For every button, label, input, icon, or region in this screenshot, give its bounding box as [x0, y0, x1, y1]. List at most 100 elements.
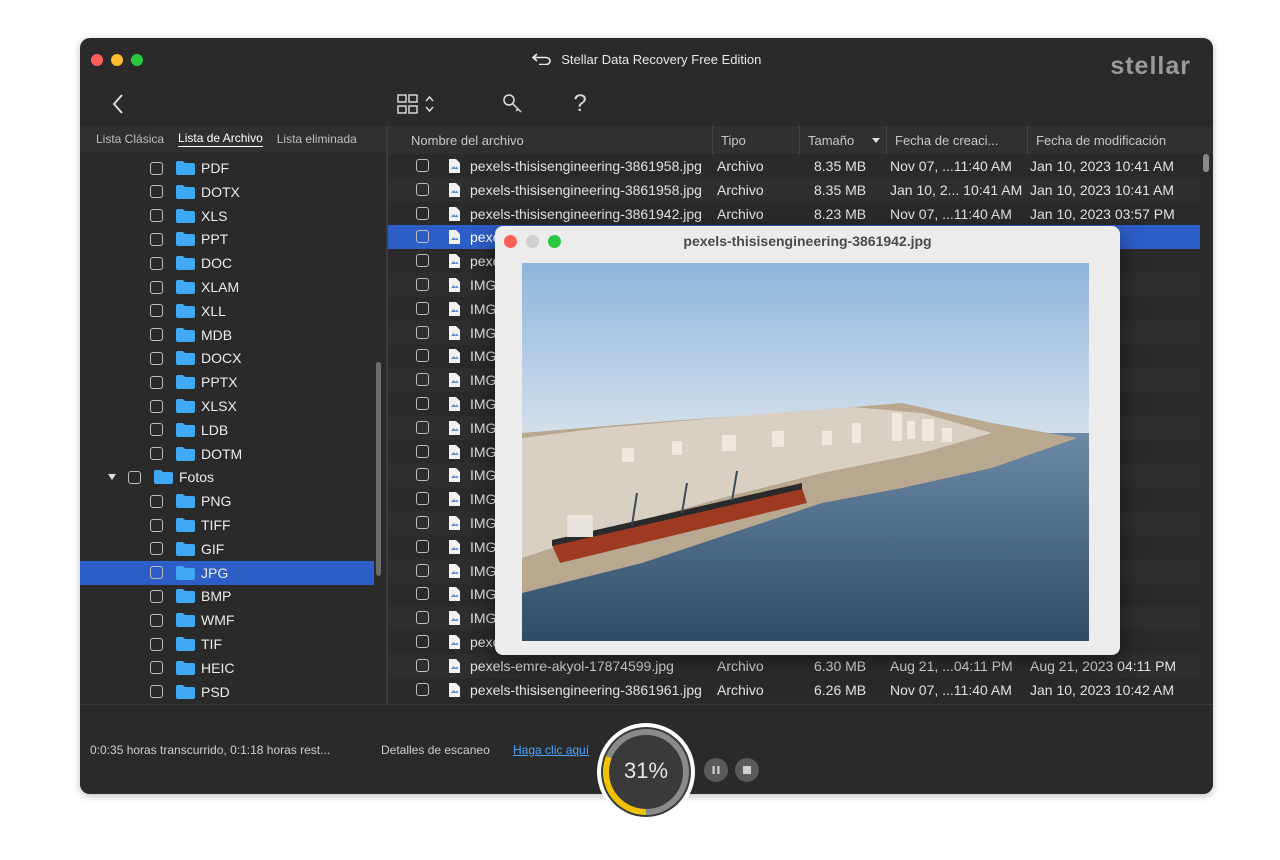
tree-item-docx[interactable]: DOCX: [80, 346, 374, 370]
folder-checkbox[interactable]: [150, 447, 163, 461]
tree-item-pptx[interactable]: PPTX: [80, 370, 374, 394]
row-checkbox[interactable]: [416, 182, 429, 196]
row-checkbox[interactable]: [416, 159, 429, 172]
tree-item-ppt[interactable]: PPT: [80, 227, 374, 251]
back-button[interactable]: [108, 90, 128, 118]
tree-item-dotm[interactable]: DOTM: [80, 442, 374, 466]
column-header-modified[interactable]: Fecha de modificación: [1028, 126, 1213, 154]
table-row[interactable]: pexels-thisisengineering-3861961.jpg Arch…: [388, 678, 1200, 702]
folder-checkbox[interactable]: [150, 518, 163, 532]
row-checkbox[interactable]: [416, 325, 429, 339]
tab-lista-eliminada[interactable]: Lista eliminada: [277, 132, 357, 146]
tree-item-doc[interactable]: DOC: [80, 251, 374, 275]
tree-item-label: DOTX: [201, 183, 240, 200]
tree-scrollbar[interactable]: [376, 362, 381, 576]
row-checkbox[interactable]: [416, 420, 429, 434]
file-list-scrollbar[interactable]: [1203, 154, 1209, 172]
folder-checkbox[interactable]: [150, 685, 163, 699]
table-row[interactable]: pexels-thisisengineering-3861958.jpg Arch…: [388, 177, 1200, 202]
tree-item-mdb[interactable]: MDB: [80, 323, 374, 347]
row-checkbox[interactable]: [416, 658, 429, 672]
row-checkbox[interactable]: [416, 492, 429, 506]
tools-button[interactable]: [501, 90, 525, 118]
folder-checkbox[interactable]: [150, 589, 163, 603]
tree-item-xlam[interactable]: XLAM: [80, 275, 374, 299]
tree-item-wmf[interactable]: WMF: [80, 608, 374, 632]
tree-item-psd[interactable]: PSD: [80, 680, 374, 704]
tree-item-png[interactable]: PNG: [80, 489, 374, 513]
row-checkbox[interactable]: [416, 611, 429, 625]
tree-item-label: TIF: [201, 636, 222, 652]
image-file-icon: [449, 492, 460, 507]
row-checkbox[interactable]: [416, 373, 429, 387]
column-header-size[interactable]: Tamaño: [800, 126, 887, 154]
image-file-icon: [449, 635, 460, 649]
folder-checkbox[interactable]: [150, 304, 163, 318]
folder-checkbox[interactable]: [150, 209, 163, 223]
row-checkbox[interactable]: [416, 397, 429, 410]
folder-checkbox[interactable]: [150, 494, 163, 508]
row-checkbox[interactable]: [416, 587, 429, 601]
help-button[interactable]: ?: [570, 90, 590, 118]
folder-checkbox[interactable]: [150, 232, 163, 246]
folder-checkbox[interactable]: [150, 423, 163, 437]
folder-checkbox[interactable]: [150, 613, 163, 627]
row-checkbox[interactable]: [416, 539, 429, 553]
folder-checkbox[interactable]: [150, 256, 163, 270]
column-header-type[interactable]: Tipo: [713, 126, 800, 154]
folder-checkbox[interactable]: [150, 375, 163, 389]
tree-item-tif[interactable]: TIF: [80, 632, 374, 656]
folder-checkbox[interactable]: [150, 185, 163, 199]
tree-item-xls[interactable]: XLS: [80, 204, 374, 228]
folder-icon: [176, 541, 195, 556]
folder-checkbox[interactable]: [150, 161, 163, 175]
row-checkbox[interactable]: [416, 468, 429, 482]
row-checkbox[interactable]: [416, 206, 429, 220]
folder-checkbox[interactable]: [150, 328, 163, 342]
row-checkbox[interactable]: [416, 635, 429, 648]
folder-checkbox[interactable]: [150, 542, 163, 556]
stop-button[interactable]: [735, 758, 759, 782]
row-checkbox[interactable]: [416, 444, 429, 458]
column-header-name[interactable]: Nombre del archivo: [388, 126, 713, 154]
folder-checkbox[interactable]: [128, 470, 141, 484]
row-checkbox[interactable]: [416, 349, 429, 363]
tree-item-dotx[interactable]: DOTX: [80, 180, 374, 204]
row-checkbox[interactable]: [416, 563, 429, 577]
tree-item-fotos[interactable]: Fotos: [80, 465, 374, 489]
tree-item-jpg[interactable]: JPG: [80, 560, 374, 585]
tree-item-gif[interactable]: GIF: [80, 537, 374, 561]
row-checkbox[interactable]: [416, 516, 429, 529]
column-header-created[interactable]: Fecha de creaci...: [887, 126, 1028, 154]
folder-checkbox[interactable]: [150, 351, 163, 365]
table-row[interactable]: pexels-thisisengineering-3861942.jpg Arch…: [388, 202, 1200, 226]
tree-item-pdf[interactable]: PDF: [80, 156, 374, 180]
row-checkbox[interactable]: [416, 682, 429, 696]
folder-checkbox[interactable]: [150, 661, 163, 675]
tree-item-ldb[interactable]: LDB: [80, 418, 374, 442]
folder-checkbox[interactable]: [150, 566, 163, 580]
view-mode-button[interactable]: [396, 90, 438, 118]
tree-item-tiff[interactable]: TIFF: [80, 513, 374, 537]
tree-item-bmp[interactable]: BMP: [80, 584, 374, 608]
cell-modified: Aug 21, 2023 04:11 PM: [1030, 657, 1177, 674]
tree-item-heic[interactable]: HEIC: [80, 656, 374, 680]
table-row[interactable]: pexels-emre-akyol-17874599.jpg Archivo 6.3…: [388, 653, 1200, 678]
row-checkbox[interactable]: [416, 230, 429, 244]
table-row[interactable]: pexels-thisisengineering-3861958.jpg Arch…: [388, 154, 1200, 178]
row-checkbox[interactable]: [416, 301, 429, 315]
row-checkbox[interactable]: [416, 278, 429, 291]
tree-item-label: GIF: [201, 540, 225, 557]
disclosure-triangle-icon[interactable]: [107, 472, 117, 482]
folder-checkbox[interactable]: [150, 637, 163, 651]
folder-checkbox[interactable]: [150, 399, 163, 413]
preview-photo: [522, 263, 1089, 641]
row-checkbox[interactable]: [416, 254, 429, 268]
folder-checkbox[interactable]: [150, 280, 163, 294]
tree-item-xlsx[interactable]: XLSX: [80, 394, 374, 418]
pause-button[interactable]: [704, 758, 728, 782]
scan-details-link[interactable]: Haga clic aquí: [513, 743, 589, 757]
tab-lista-de-archivo[interactable]: Lista de Archivo: [178, 131, 263, 147]
tab-lista-clasica[interactable]: Lista Clásica: [96, 132, 164, 146]
tree-item-xll[interactable]: XLL: [80, 299, 374, 323]
